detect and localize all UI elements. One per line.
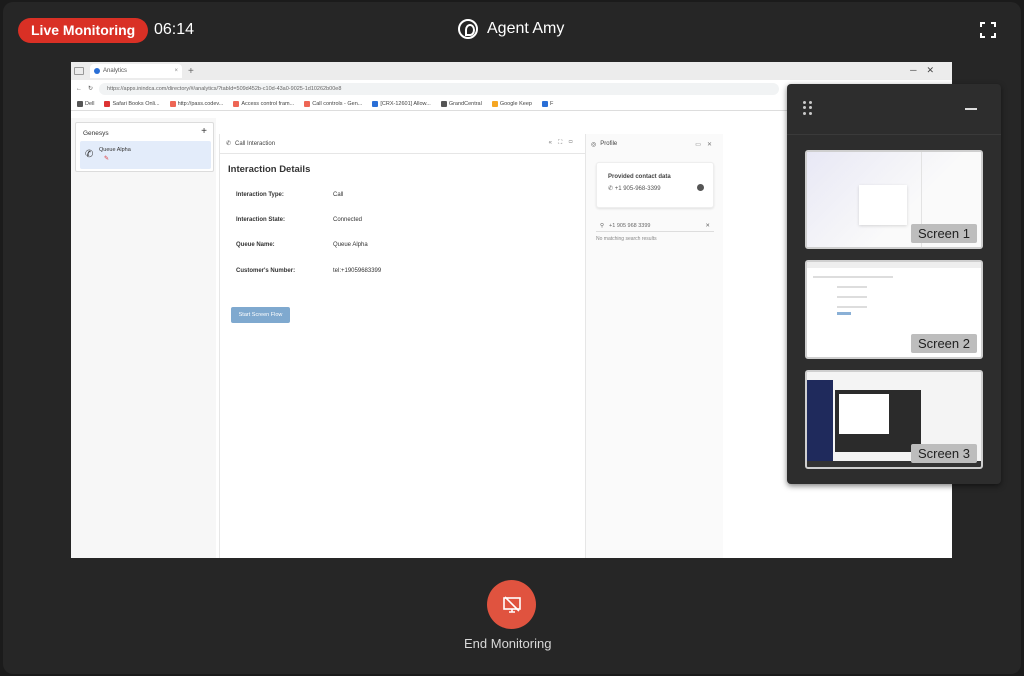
screen-label: Screen 2 (910, 334, 977, 353)
call-panel-header: ✆ Call Interaction «⛶▭ (220, 134, 585, 154)
contact-card: Provided contact data ✆ +1 905-968-3399 (596, 162, 714, 208)
detail-row: Queue Name: Queue Alpha (236, 242, 368, 248)
agent-header: Agent Amy (458, 19, 564, 39)
screen-label: Screen 3 (910, 444, 977, 463)
profile-header: ◎ Profile ▭✕ (586, 134, 723, 154)
end-monitoring-label: End Monitoring (464, 636, 552, 651)
contact-phone: ✆ +1 905-968-3399 (608, 186, 661, 192)
search-icon: ⚲ (600, 222, 605, 229)
genesys-title: Genesys (83, 130, 109, 137)
contact-card-title: Provided contact data (608, 174, 671, 180)
bookmark-item[interactable]: Dell (77, 100, 94, 107)
agent-icon (458, 19, 478, 39)
panel-controls[interactable]: «⛶▭ (549, 140, 579, 147)
bookmark-item[interactable]: Access control fram... (233, 100, 294, 107)
bookmark-item[interactable]: Call controls - Gen... (304, 100, 362, 107)
agent-name: Agent Amy (487, 20, 565, 37)
genesys-sidebar: Genesys + ✆ Queue Alpha ✎ (71, 118, 216, 558)
clear-icon[interactable]: ✕ (705, 223, 710, 229)
queue-item[interactable]: ✆ Queue Alpha ✎ (80, 141, 211, 169)
close-tab-icon[interactable]: × (174, 68, 178, 74)
call-interaction-panel: ✆ Call Interaction «⛶▭ Interaction Detai… (219, 134, 585, 558)
screen-thumbnail-2[interactable]: Screen 2 (805, 260, 983, 359)
profile-search[interactable]: ⚲ +1 905 968 3399 ✕ (596, 220, 714, 232)
picker-header (787, 84, 1001, 135)
bookmark-item[interactable]: GrandCentral (440, 100, 482, 107)
session-timer: 06:14 (154, 21, 195, 38)
end-monitoring-button[interactable] (487, 580, 536, 629)
detail-row: Customer's Number: tel:+19059683399 (236, 268, 382, 274)
favicon-icon (94, 68, 100, 74)
profile-panel: ◎ Profile ▭✕ Provided contact data ✆ +1 … (585, 134, 723, 558)
genesys-card: Genesys + ✆ Queue Alpha ✎ (75, 122, 214, 172)
gear-icon[interactable] (697, 184, 704, 191)
call-panel-title: Call Interaction (235, 140, 276, 147)
browser-tab[interactable]: Analytics × (90, 64, 182, 78)
tab-actions-icon[interactable] (74, 67, 84, 75)
bookmark-item[interactable]: http://pass.codev... (169, 100, 223, 107)
back-icon[interactable]: ← (76, 86, 82, 92)
window-controls[interactable]: ─✕ (910, 65, 944, 76)
add-icon[interactable]: + (201, 126, 207, 137)
search-value: +1 905 968 3399 (609, 222, 651, 229)
bookmark-item[interactable]: F (541, 100, 553, 107)
reload-icon[interactable]: ↻ (88, 85, 93, 92)
phone-icon: ✆ (85, 149, 94, 160)
start-screen-flow-button[interactable]: Start Screen Flow (231, 307, 290, 323)
stop-screen-share-icon (502, 595, 521, 613)
address-bar[interactable]: https://apps.inindca.com/directory/#/ana… (99, 82, 780, 95)
bookmark-item[interactable]: Safari Books Onli... (104, 100, 160, 107)
profile-icon: ◎ (591, 141, 597, 148)
drag-handle-icon[interactable] (803, 101, 813, 115)
bookmark-item[interactable]: [CRX-12601] Allow... (372, 100, 431, 107)
screen-picker: Screen 1 Screen 2 Screen 3 (787, 84, 1001, 484)
fullscreen-icon[interactable] (980, 22, 996, 38)
queue-label: Queue Alpha (99, 147, 131, 153)
panel-controls[interactable]: ▭✕ (695, 141, 718, 148)
screen-label: Screen 1 (910, 224, 977, 243)
detail-row: Interaction Type: Call (236, 192, 344, 198)
detail-row: Interaction State: Connected (236, 217, 363, 223)
browser-tabbar: Analytics × + ─✕ (71, 62, 952, 80)
screen-thumbnail-1[interactable]: Screen 1 (805, 150, 983, 249)
status-icon: ✎ (104, 156, 110, 162)
live-monitoring-badge: Live Monitoring (18, 18, 149, 43)
no-results-text: No matching search results (596, 236, 657, 242)
screen-thumbnail-3[interactable]: Screen 3 (805, 370, 983, 469)
minimize-icon[interactable] (965, 108, 977, 110)
tab-title: Analytics (103, 68, 128, 74)
new-tab-icon[interactable]: + (188, 66, 194, 77)
bookmark-item[interactable]: Google Keep (491, 100, 532, 107)
profile-title: Profile (600, 141, 618, 147)
interaction-details-title: Interaction Details (228, 164, 311, 175)
phone-icon: ✆ (226, 141, 232, 147)
